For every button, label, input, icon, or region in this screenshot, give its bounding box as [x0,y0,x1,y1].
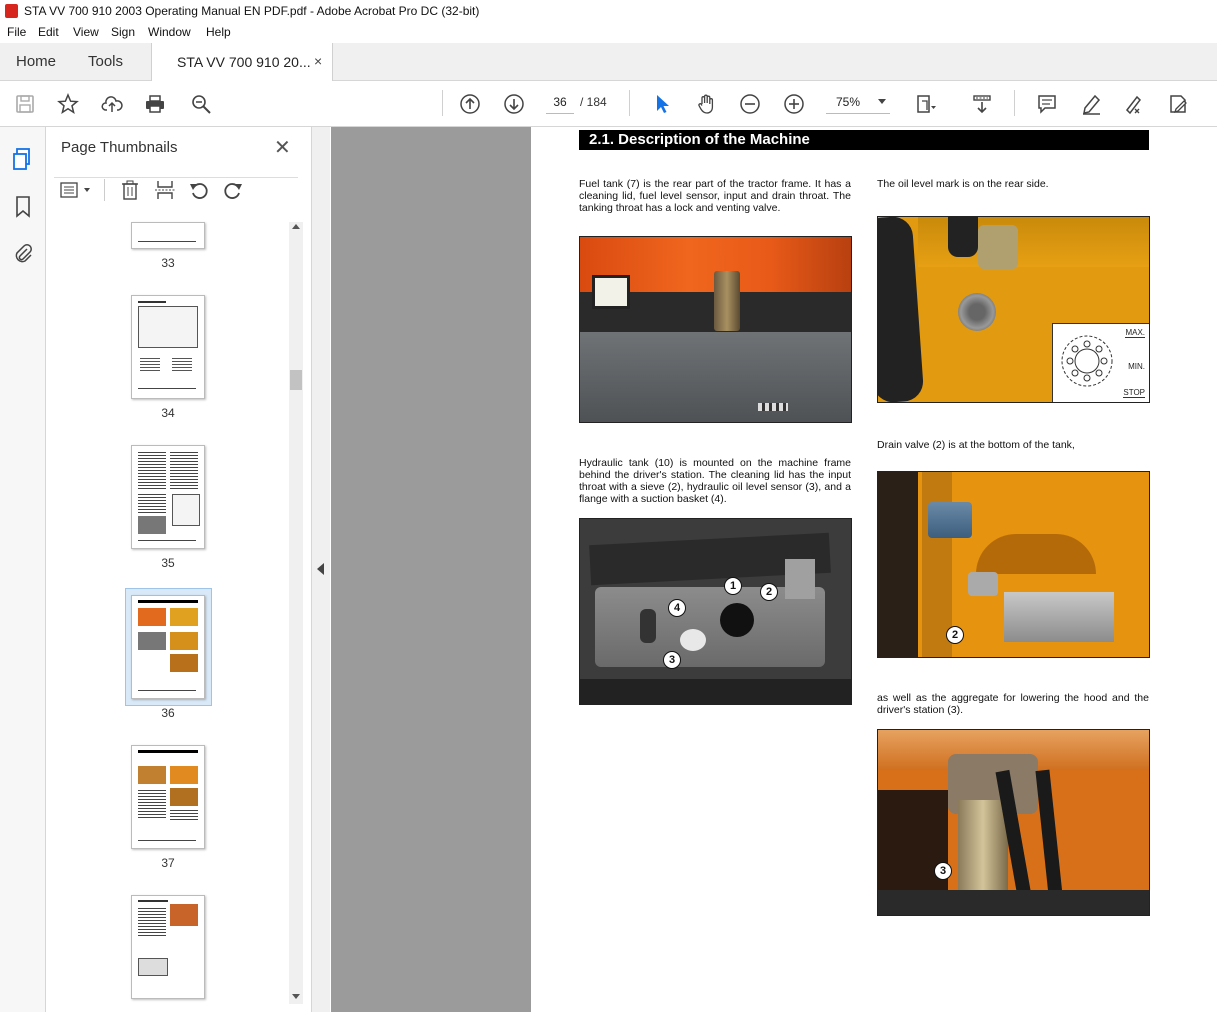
page-count: / 184 [580,95,607,109]
toolbar: 36 / 184 75% [0,81,1217,127]
window-title: STA VV 700 910 2003 Operating Manual EN … [24,4,480,18]
tab-home[interactable]: Home [16,53,56,70]
oil-level-photo: MAX. MIN. STOP [877,216,1150,403]
menu-help[interactable]: Help [206,25,231,39]
bookmarks-icon[interactable] [14,195,32,219]
zoom-level-select[interactable]: 75% [826,91,890,114]
menu-bar: File Edit View Sign Window Help [0,22,1217,43]
thumbnail-page[interactable] [131,445,205,549]
acrobat-app-icon [5,4,18,18]
page-thumbnails-panel: Page Thumbnails ✕ 33 34 35 36 37 [46,127,312,1012]
thumbnail-page[interactable] [131,295,205,399]
scroll-mode-icon[interactable] [970,92,994,116]
toolbar-separator [442,90,443,116]
panel-close-icon[interactable]: ✕ [274,135,291,160]
callout-marker: 2 [946,626,964,644]
scroll-down-icon[interactable] [292,994,300,1000]
menu-edit[interactable]: Edit [38,25,59,39]
thumbnail-page[interactable] [131,745,205,849]
fuel-tank-paragraph: Fuel tank (7) is the rear part of the tr… [579,178,851,214]
extract-pages-icon[interactable] [154,179,176,201]
previous-page-icon[interactable] [458,92,482,116]
tab-document[interactable]: STA VV 700 910 20... × [151,43,333,81]
aggregate-paragraph: as well as the aggregate for lowering th… [877,692,1149,716]
delete-trash-icon[interactable] [120,179,140,201]
menu-view[interactable]: View [73,25,99,39]
aggregate-photo: 3 [877,729,1150,916]
tab-tools[interactable]: Tools [88,53,123,70]
attachments-paperclip-icon[interactable] [12,241,34,265]
toolbar-separator [629,90,630,116]
callout-marker: 2 [760,583,778,601]
star-bookmark-icon[interactable] [56,92,80,116]
oil-level-paragraph: The oil level mark is on the rear side. [877,178,1049,190]
hand-tool-icon[interactable] [694,92,718,116]
callout-marker: 4 [668,599,686,617]
tab-close-icon[interactable]: × [314,53,322,69]
toolbar-separator [1014,90,1015,116]
find-zoom-icon[interactable] [189,92,213,116]
highlight-pen-icon[interactable] [1079,92,1103,116]
fuel-tank-photo [579,236,852,423]
callout-marker: 3 [934,862,952,880]
thumbnail-page-number: 37 [161,856,175,870]
print-icon[interactable] [143,92,167,116]
thumbnail-page-current[interactable] [131,595,205,699]
page-display-icon[interactable] [914,92,938,116]
edit-document-icon[interactable] [1166,92,1190,116]
thumbnail-options-icon[interactable] [60,181,94,199]
page-number-input[interactable]: 36 [546,91,574,114]
comment-icon[interactable] [1035,92,1059,116]
tab-row: Home Tools STA VV 700 910 20... × [0,43,1217,81]
thumbnail-page-number: 35 [161,556,175,570]
rotate-counterclockwise-icon[interactable] [188,179,210,201]
callout-marker: 3 [663,651,681,669]
thumbnail-page[interactable] [131,895,205,999]
thumbnail-scrollbar-thumb[interactable] [290,370,302,390]
chevron-down-icon [878,99,886,104]
navigation-rail [0,127,46,1012]
zoom-in-icon[interactable] [782,92,806,116]
gauge-stop-label: STOP [1123,388,1145,398]
hydraulic-tank-photo: 1 2 3 4 [579,518,852,705]
menu-file[interactable]: File [7,25,26,39]
thumbnail-page[interactable] [131,222,205,249]
rotate-clockwise-icon[interactable] [222,179,244,201]
title-bar: STA VV 700 910 2003 Operating Manual EN … [0,0,1217,22]
page-thumbnails-icon[interactable] [12,147,34,171]
thumbnail-page-number: 36 [161,706,175,720]
upload-cloud-icon[interactable] [100,92,124,116]
thumbnail-page-number: 34 [161,406,175,420]
thumbnail-page-number: 33 [161,256,175,270]
drain-valve-photo: 2 [877,471,1150,658]
zoom-level-value: 75% [836,95,861,109]
next-page-icon[interactable] [502,92,526,116]
select-cursor-icon[interactable] [650,92,674,116]
tab-document-label: STA VV 700 910 20... [177,54,311,70]
drain-valve-paragraph: Drain valve (2) is at the bottom of the … [877,439,1075,451]
scroll-up-icon[interactable] [292,224,300,230]
hydraulic-tank-paragraph: Hydraulic tank (10) is mounted on the ma… [579,457,851,505]
menu-window[interactable]: Window [148,25,191,39]
thumbnail-scrollbar[interactable] [289,222,303,1004]
panel-collapse-strip[interactable] [312,127,330,1012]
callout-marker: 1 [724,577,742,595]
save-icon[interactable] [13,92,37,116]
panel-title: Page Thumbnails [61,139,178,156]
oil-gauge-diagram: MAX. MIN. STOP [1052,323,1149,402]
section-heading: 2.1. Description of the Machine [579,130,1149,150]
collapse-panel-arrow-icon[interactable] [317,563,325,575]
sign-pen-icon[interactable] [1122,92,1146,116]
zoom-out-icon[interactable] [738,92,762,116]
gauge-max-label: MAX. [1125,328,1145,338]
gauge-min-label: MIN. [1128,362,1145,371]
oil-gauge-icon [1061,335,1113,387]
menu-sign[interactable]: Sign [111,25,135,39]
